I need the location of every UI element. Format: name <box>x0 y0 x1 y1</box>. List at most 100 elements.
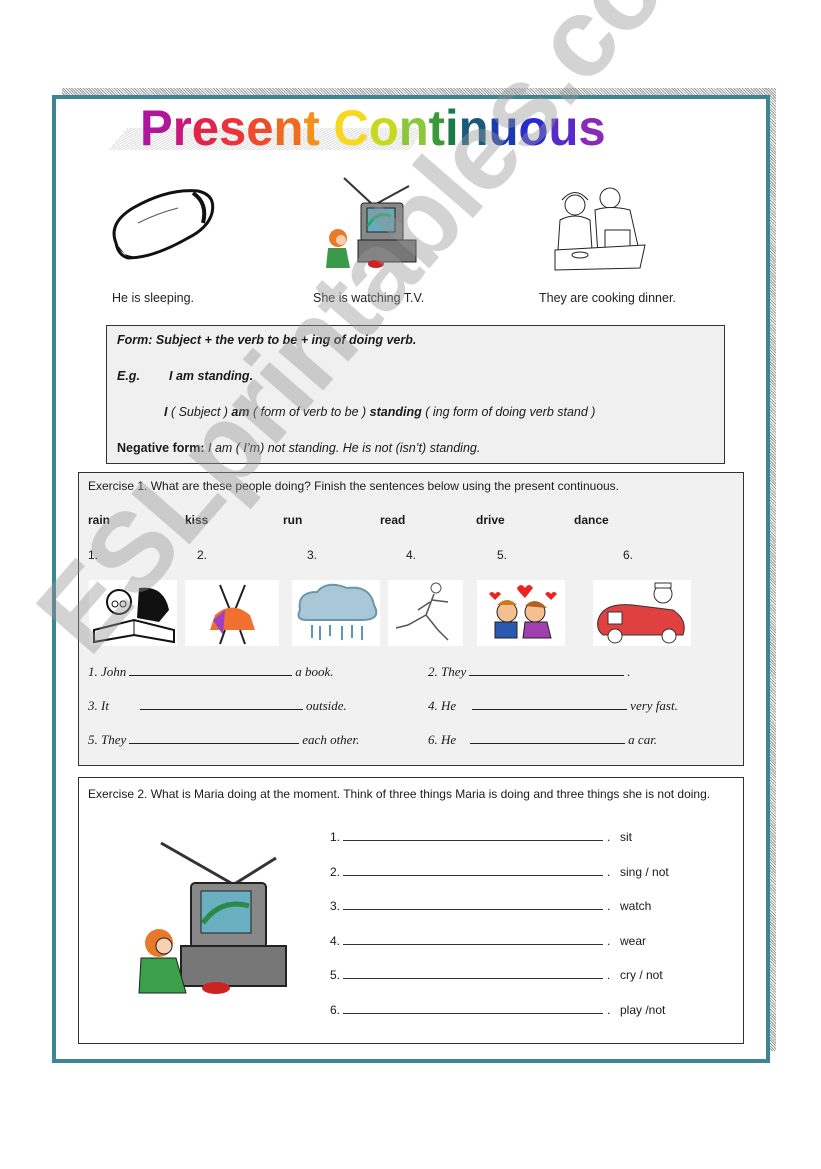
sentence-end: each other. <box>302 732 360 747</box>
ing-note: ( ing form of doing verb stand ) <box>421 405 596 419</box>
example-caption: She is watching T.V. <box>313 291 425 305</box>
row-number: 3. <box>330 899 341 913</box>
title-letter: n <box>273 100 304 156</box>
picture-number: 6. <box>623 548 634 562</box>
exercise-2-row: 2.. sing / not <box>330 864 669 879</box>
title-letter: o <box>368 100 399 156</box>
answer-blank[interactable] <box>343 830 604 841</box>
answer-blank[interactable] <box>129 731 300 744</box>
form-rule: Form: Subject + the verb to be + ing of … <box>117 333 417 347</box>
example-caption: They are cooking dinner. <box>539 291 676 305</box>
sentence-4: 4. He very fast. <box>428 697 678 714</box>
rain-cloud-icon <box>292 580 380 646</box>
exercise-2-row: 4.. wear <box>330 933 646 948</box>
title-letter: s <box>578 100 606 156</box>
man-driving-car-icon <box>593 580 691 646</box>
title-letter: n <box>458 100 489 156</box>
title-letter: P <box>140 100 173 156</box>
period: . <box>607 864 611 879</box>
answer-blank[interactable] <box>469 663 625 676</box>
sleeping-bag-icon <box>112 189 215 260</box>
sentence-end: a car. <box>628 732 658 747</box>
answer-blank[interactable] <box>343 865 604 876</box>
sentence-start: 5. They <box>88 732 127 747</box>
verb-word: run <box>283 513 303 527</box>
row-number: 5. <box>330 968 341 982</box>
form-rule-box: Form: Subject + the verb to be + ing of … <box>106 325 725 464</box>
period: . <box>607 1002 611 1017</box>
period: . <box>607 933 611 948</box>
picture-number: 4. <box>406 548 417 562</box>
sentence-end: very fast. <box>630 698 678 713</box>
title-letter: u <box>488 100 519 156</box>
negative-label: Negative form: <box>117 441 205 455</box>
ing-word: standing <box>369 405 422 419</box>
title-letter: t <box>428 100 446 156</box>
negative-form: Negative form: I am ( I’m) not standing.… <box>117 441 480 455</box>
verb-hint: watch <box>620 899 652 913</box>
title-letter: o <box>518 100 549 156</box>
kissing-kids-icon <box>477 580 565 646</box>
exercise-2-row: 5.. cry / not <box>330 968 663 982</box>
reading-man-icon <box>89 580 177 646</box>
exercise-2-row: 1.. sit <box>330 830 632 844</box>
couple-cooking-icon <box>554 187 646 271</box>
girl-watching-tv-icon <box>326 177 417 268</box>
verb-be-word: am <box>231 405 250 419</box>
example-sentence: I am standing. <box>169 369 254 383</box>
exercise-1-instruction: Exercise 1. What are these people doing?… <box>88 479 619 493</box>
verb-be-note: ( form of verb to be ) <box>249 405 370 419</box>
example-caption: He is sleeping. <box>112 291 194 305</box>
subject-note: ( Subject ) <box>167 405 232 419</box>
verb-word: drive <box>476 513 505 527</box>
exercise-2-instruction: Exercise 2. What is Maria doing at the m… <box>88 787 711 801</box>
row-number: 2. <box>330 864 341 879</box>
sentence-5: 5. They each other. <box>88 731 359 748</box>
sentence-start: 4. He <box>428 698 457 713</box>
answer-blank[interactable] <box>139 697 303 710</box>
period: . <box>607 830 611 844</box>
sentence-start: 1. John <box>88 664 127 679</box>
verb-hint: wear <box>620 933 647 948</box>
row-number: 1. <box>330 830 341 844</box>
title-letter: e <box>246 100 274 156</box>
verb-word: kiss <box>185 513 209 527</box>
page-title: Present Continuous <box>140 100 606 156</box>
sentence-end: a book. <box>295 664 334 679</box>
title-letter: C <box>333 100 369 156</box>
picture-number: 5. <box>497 548 508 562</box>
verb-hint: cry / not <box>620 968 663 982</box>
title-letter: s <box>219 100 247 156</box>
sentence-start: 2. They <box>428 664 467 679</box>
title-letter: u <box>548 100 579 156</box>
title-letter: i <box>445 100 459 156</box>
answer-blank[interactable] <box>343 899 604 910</box>
picture-number: 2. <box>197 548 208 562</box>
verb-hint: sit <box>620 830 632 844</box>
answer-blank[interactable] <box>470 731 626 744</box>
exercise-2-box: Exercise 2. What is Maria doing at the m… <box>78 777 744 1044</box>
answer-blank[interactable] <box>472 697 628 710</box>
title-letter: n <box>398 100 429 156</box>
answer-blank[interactable] <box>343 1003 604 1014</box>
verb-word: read <box>380 513 406 527</box>
answer-blank[interactable] <box>343 968 604 979</box>
row-number: 4. <box>330 933 341 948</box>
period: . <box>607 968 611 982</box>
title-letter: r <box>172 100 192 156</box>
answer-blank[interactable] <box>129 663 293 676</box>
sentence-3: 3. It outside. <box>88 697 347 714</box>
verb-hint: play /not <box>620 1002 666 1017</box>
sentence-start: 6. He <box>428 732 457 747</box>
sentence-end: . <box>627 664 631 679</box>
exercise-2-row: 3.. watch <box>330 899 651 913</box>
title-letter: t <box>303 100 320 156</box>
picture-number: 3. <box>307 548 318 562</box>
period: . <box>607 899 611 913</box>
sentence-start: 3. It <box>88 698 109 713</box>
sentence-2: 2. They. <box>428 663 631 680</box>
dancers-icon <box>185 580 279 646</box>
answer-blank[interactable] <box>343 934 604 945</box>
sentence-breakdown: I ( Subject ) am ( form of verb to be ) … <box>164 405 595 419</box>
example-label: E.g. <box>117 369 140 383</box>
